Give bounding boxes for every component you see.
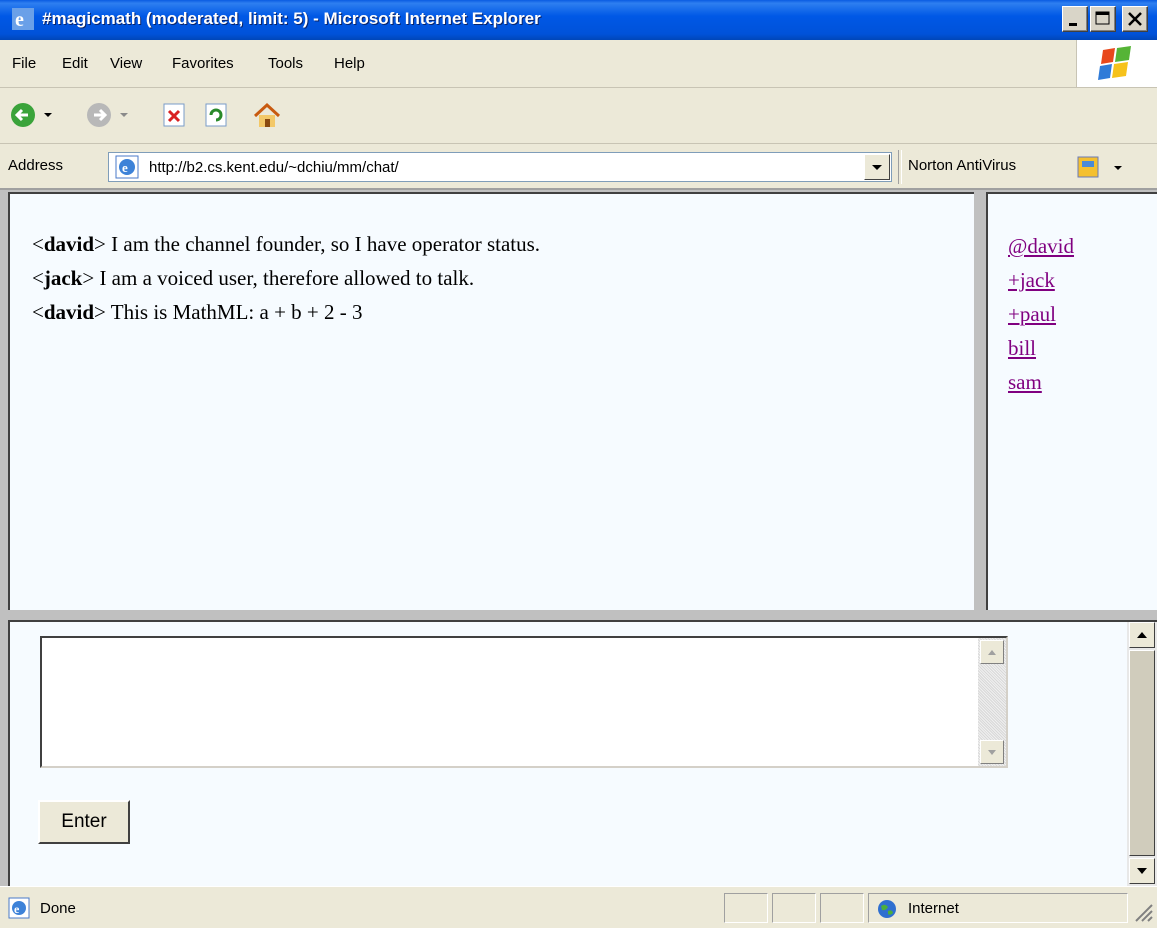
browser-content: <david> I am the channel founder, so I h… [0,190,1157,886]
menu-help[interactable]: Help [334,55,365,72]
minimize-button[interactable] [1062,6,1088,32]
user-link-bill[interactable]: bill [1008,336,1036,361]
minimize-icon [1069,23,1077,26]
address-bar: Address e http://b2.cs.kent.edu/~dchiu/m… [0,144,1157,190]
home-icon[interactable] [252,102,282,130]
toolbar [0,88,1157,144]
refresh-icon[interactable] [204,102,230,128]
back-icon[interactable] [10,102,60,128]
message-text: I am the channel founder, so I have oper… [105,232,541,256]
textarea-scroll-down-button[interactable] [980,740,1004,764]
toolbar-separator [898,150,902,184]
window-title: #magicmath (moderated, limit: 5) - Micro… [42,9,541,28]
maximize-icon [1095,11,1110,25]
user-link-sam[interactable]: sam [1008,370,1042,395]
page-icon: e [115,155,139,179]
nick-close: > [82,266,95,290]
close-icon [1128,12,1142,26]
stop-icon[interactable] [162,102,188,128]
user-link-david[interactable]: @david [1008,234,1074,259]
message-text: I am a voiced user, therefore allowed to… [94,266,475,290]
page-done-icon: e [8,897,30,919]
svg-text:e: e [122,160,128,175]
user-list-frame: @david +jack +paul bill sam [986,192,1157,610]
status-text: Done [40,900,76,917]
internet-globe-icon [878,900,896,918]
menu-file[interactable]: File [12,55,36,72]
ie-logo-icon: e [12,8,34,30]
input-frame: Enter [8,620,1157,886]
nick-open: < [32,300,44,324]
arrow-down-icon [988,750,996,755]
user-link-paul[interactable]: +paul [1008,302,1056,327]
menu-view[interactable]: View [110,55,142,72]
address-dropdown-button[interactable] [864,154,890,180]
close-button[interactable] [1122,6,1148,32]
menu-bar: File Edit View Favorites Tools Help [0,40,1157,88]
resize-grip-icon[interactable] [1132,901,1154,923]
chat-frame: <david> I am the channel founder, so I h… [8,192,974,610]
nick-close: > [94,300,106,324]
chat-message: <jack> I am a voiced user, therefore all… [32,266,474,291]
arrow-up-icon [988,650,996,655]
svg-text:e: e [14,902,20,916]
textarea-scroll-up-button[interactable] [980,640,1004,664]
svg-text:e: e [15,9,24,30]
zone-text: Internet [908,900,959,917]
forward-icon[interactable] [86,102,136,128]
title-bar[interactable]: e #magicmath (moderated, limit: 5) - Mic… [0,0,1157,40]
nick-open: < [32,266,44,290]
frame-scrollbar[interactable] [1127,622,1157,886]
address-input[interactable]: e http://b2.cs.kent.edu/~dchiu/mm/chat/ [108,152,892,182]
scroll-down-button[interactable] [1129,858,1155,884]
user-link-jack[interactable]: +jack [1008,268,1055,293]
nick-close: > [94,232,106,256]
arrow-down-icon [1137,868,1147,874]
arrow-up-icon [1137,632,1147,638]
textarea-scrollbar[interactable] [978,638,1006,766]
nick-name: david [43,232,95,256]
status-pane [820,893,864,923]
norton-icon[interactable] [1076,155,1126,181]
maximize-button[interactable] [1090,6,1116,32]
chat-message: <david> This is MathML: a + b + 2 - 3 [32,300,363,325]
norton-label[interactable]: Norton AntiVirus [908,157,1016,174]
windows-flag-icon [1076,40,1157,87]
scroll-up-button[interactable] [1129,622,1155,648]
status-zone-pane [868,893,1128,923]
status-pane [724,893,768,923]
enter-button[interactable]: Enter [38,800,130,844]
chat-message: <david> I am the channel founder, so I h… [32,232,540,257]
nick-name: david [43,300,95,324]
chevron-down-icon [872,165,882,170]
status-pane [772,893,816,923]
nick-name: jack [43,266,83,290]
menu-edit[interactable]: Edit [62,55,88,72]
address-url: http://b2.cs.kent.edu/~dchiu/mm/chat/ [149,159,399,176]
status-bar: e Done Internet [0,886,1157,928]
scroll-thumb[interactable] [1129,650,1155,856]
message-textarea[interactable] [40,636,1008,768]
nick-open: < [32,232,44,256]
message-text: This is MathML: a + b + 2 - 3 [105,300,363,324]
address-label: Address [8,157,64,174]
menu-tools[interactable]: Tools [268,55,303,72]
menu-favorites[interactable]: Favorites [172,55,234,72]
